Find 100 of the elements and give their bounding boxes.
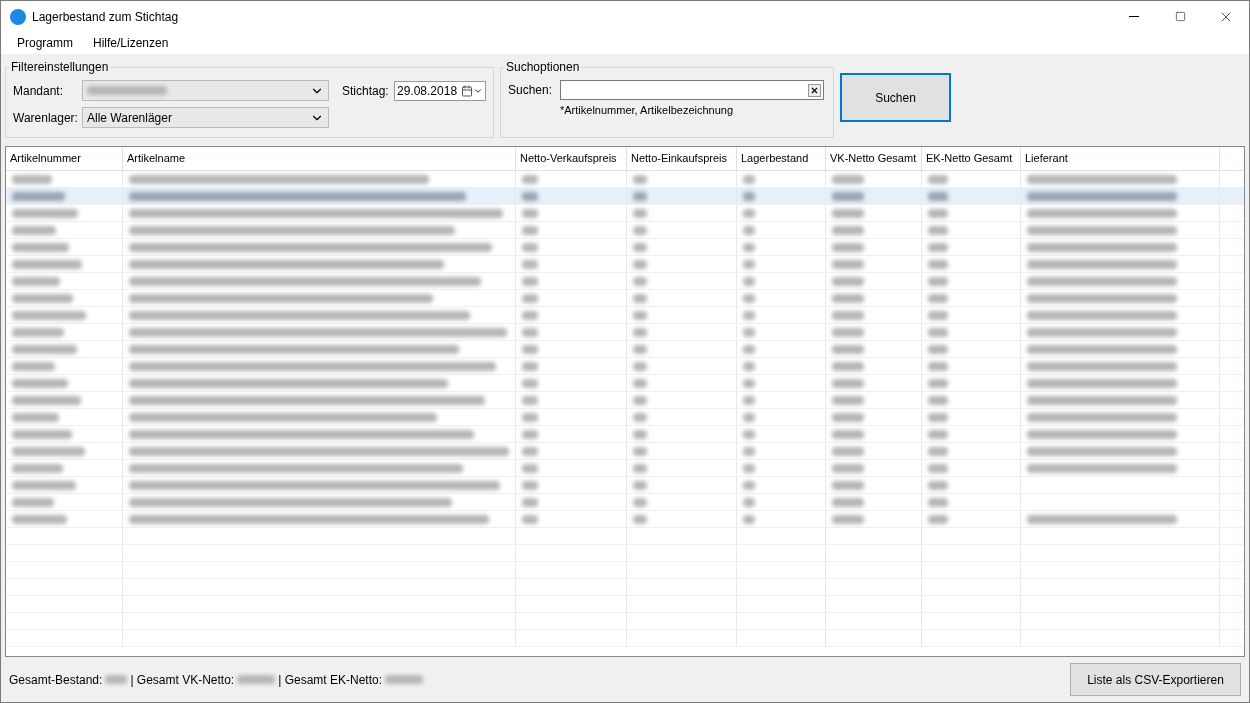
redacted-text	[12, 514, 67, 524]
redacted-text	[12, 174, 52, 184]
table-row[interactable]	[6, 511, 1244, 528]
table-row[interactable]	[6, 392, 1244, 409]
redacted-text	[12, 276, 60, 286]
redacted-text	[928, 429, 948, 439]
group-title: Suchoptionen	[505, 59, 581, 76]
search-button[interactable]: Suchen	[840, 73, 951, 122]
redacted-text	[928, 276, 948, 286]
redacted-text	[832, 463, 864, 473]
redacted-text	[237, 675, 276, 684]
redacted-text	[743, 259, 755, 269]
redacted-text	[633, 412, 647, 422]
menu-item[interactable]: Hilfe/Lizenzen	[85, 34, 177, 52]
redacted-text	[12, 327, 64, 337]
redacted-text	[522, 463, 538, 473]
menu-item[interactable]: Programm	[9, 34, 81, 52]
table-row[interactable]	[6, 375, 1244, 392]
redacted-text	[633, 276, 647, 286]
redacted-text	[633, 259, 647, 269]
redacted-text	[928, 395, 948, 405]
table-row[interactable]	[6, 307, 1244, 324]
redacted-text	[105, 675, 128, 684]
redacted-text	[522, 293, 538, 303]
table-row[interactable]	[6, 290, 1244, 307]
search-field[interactable]	[560, 80, 824, 100]
redacted-text	[928, 497, 948, 507]
redacted-text	[522, 276, 538, 286]
group-title: Filtereinstellungen	[10, 59, 110, 76]
date-field[interactable]: 29.08.2018	[394, 80, 486, 101]
redacted-text	[522, 429, 538, 439]
redacted-text	[832, 446, 864, 456]
redacted-text	[12, 378, 68, 388]
table-row[interactable]	[6, 460, 1244, 477]
redacted-text	[12, 191, 65, 201]
redacted-text	[743, 174, 755, 184]
table-row[interactable]	[6, 171, 1244, 188]
redacted-text	[743, 310, 755, 320]
total-label: | Gesamt EK-Netto:	[278, 671, 383, 689]
table-row[interactable]	[6, 324, 1244, 341]
redacted-text	[743, 463, 755, 473]
table-row[interactable]	[6, 358, 1244, 375]
table-row[interactable]	[6, 273, 1244, 290]
table-row[interactable]	[6, 409, 1244, 426]
clear-button[interactable]	[808, 83, 821, 97]
redacted-text	[522, 344, 538, 354]
redacted-text	[832, 293, 864, 303]
redacted-text	[522, 191, 538, 201]
redacted-text	[832, 395, 864, 405]
column-header[interactable]: Lieferant	[1021, 147, 1220, 170]
column-header[interactable]: Artikelnummer	[6, 147, 123, 170]
redacted-text	[743, 191, 755, 201]
redacted-text	[12, 412, 59, 422]
redacted-text	[12, 497, 54, 507]
redacted-text	[633, 463, 647, 473]
column-header[interactable]: Netto-Verkaufspreis	[516, 147, 627, 170]
table-row[interactable]	[6, 494, 1244, 511]
redacted-text	[928, 208, 948, 218]
redacted-text	[633, 446, 647, 456]
redacted-text	[743, 276, 755, 286]
column-header[interactable]: EK-Netto Gesamt	[922, 147, 1021, 170]
export-button[interactable]: Liste als CSV-Exportieren	[1070, 663, 1241, 696]
warenlager-dropdown[interactable]: Alle Warenläger	[82, 107, 329, 128]
table-row[interactable]	[6, 256, 1244, 273]
window-title: Lagerbestand zum Stichtag	[32, 8, 179, 26]
redacted-text	[832, 310, 864, 320]
redacted-text	[743, 378, 755, 388]
redacted-text	[633, 327, 647, 337]
mandant-dropdown[interactable]	[82, 80, 329, 101]
redacted-text	[832, 378, 864, 388]
redacted-text	[928, 174, 948, 184]
table-row[interactable]	[6, 239, 1244, 256]
redacted-text	[522, 497, 538, 507]
redacted-text	[928, 293, 948, 303]
redacted-text	[743, 208, 755, 218]
redacted-text	[633, 497, 647, 507]
redacted-text	[633, 191, 647, 201]
column-header[interactable]: Artikelname	[123, 147, 516, 170]
redacted-text	[832, 259, 864, 269]
redacted-text	[832, 514, 864, 524]
table-row[interactable]	[6, 205, 1244, 222]
table-row[interactable]	[6, 188, 1244, 205]
table-row[interactable]	[6, 341, 1244, 358]
table-row[interactable]	[6, 426, 1244, 443]
redacted-text	[522, 514, 538, 524]
redacted-text	[928, 514, 948, 524]
redacted-text	[832, 412, 864, 422]
column-header[interactable]: Lagerbestand	[737, 147, 826, 170]
redacted-text	[832, 191, 864, 201]
redacted-text	[832, 225, 864, 235]
redacted-text	[832, 276, 864, 286]
table-row[interactable]	[6, 443, 1244, 460]
redacted-text	[928, 412, 948, 422]
table-row[interactable]	[6, 477, 1244, 494]
table-row[interactable]	[6, 222, 1244, 239]
column-header[interactable]: Netto-Einkaufspreis	[627, 147, 737, 170]
redacted-text	[522, 412, 538, 422]
column-header[interactable]: VK-Netto Gesamt	[826, 147, 922, 170]
redacted-text	[928, 446, 948, 456]
redacted-text	[522, 480, 538, 490]
